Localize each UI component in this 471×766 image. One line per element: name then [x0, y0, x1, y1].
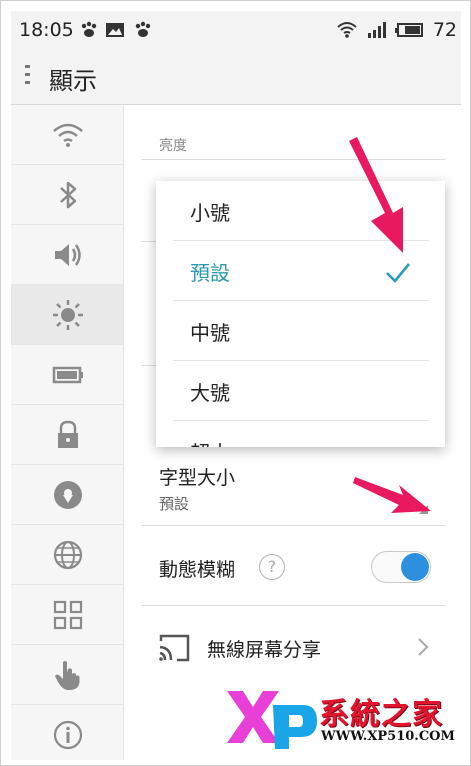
checkmark-icon — [386, 263, 411, 283]
option-label: 預設 — [190, 261, 230, 285]
battery-level: 72 — [432, 19, 457, 41]
annotation-arrow — [349, 137, 403, 253]
battery-icon — [395, 20, 425, 40]
signal-icon — [367, 20, 387, 40]
help-icon[interactable]: ? — [259, 554, 285, 580]
sidebar-item-display[interactable] — [11, 285, 124, 345]
divider — [141, 525, 445, 526]
sidebar-item-security[interactable] — [11, 405, 124, 465]
sidebar-item-apps[interactable] — [11, 585, 124, 645]
option-label: 中號 — [190, 321, 230, 345]
sidebar-item-about[interactable] — [11, 705, 124, 765]
status-time: 18:05 — [19, 19, 74, 41]
font-size-title: 字型大小 — [159, 467, 236, 489]
image-icon — [105, 20, 125, 40]
brightness-icon — [52, 299, 83, 330]
sidebar-item-language[interactable] — [11, 525, 124, 585]
sidebar-item-battery[interactable] — [11, 345, 124, 405]
lock-icon — [57, 420, 78, 448]
option-label: 超大 — [190, 437, 230, 447]
watermark-site-name: 系統之家 — [319, 697, 443, 732]
toggle-knob — [401, 553, 429, 581]
settings-sidebar — [11, 105, 124, 760]
globe-icon — [53, 540, 82, 569]
bluetooth-icon — [59, 181, 76, 208]
divider — [141, 605, 445, 606]
volume-icon — [54, 243, 81, 266]
motion-blur-toggle[interactable] — [371, 551, 431, 583]
info-icon — [53, 720, 82, 750]
motion-blur-label: 動態模糊 — [159, 559, 236, 581]
font-size-option-extra-large[interactable]: 超大 — [173, 421, 429, 447]
paw-icon — [79, 20, 99, 40]
sidebar-item-gestures[interactable] — [11, 645, 124, 705]
phone-screen: 18:05 72 顯示 亮度 字型大小 預設 動態模糊 ? 無線屏幕分享 小號 … — [0, 0, 471, 766]
wifi-icon — [337, 20, 357, 40]
paw-icon — [133, 20, 153, 40]
brightness-section-label: 亮度 — [159, 138, 187, 154]
location-icon — [53, 480, 82, 509]
hand-pointer-icon — [54, 660, 79, 690]
watermark-logo: 系統之家 WWW.XP510.COM — [223, 681, 461, 761]
option-label: 大號 — [190, 381, 230, 405]
sidebar-item-location[interactable] — [11, 465, 124, 525]
option-label: 小號 — [190, 201, 230, 225]
grid-icon — [53, 600, 82, 629]
annotation-arrow — [353, 477, 431, 513]
sidebar-item-wifi[interactable] — [11, 105, 124, 165]
title-bar: 顯示 — [11, 51, 461, 105]
page-title: 顯示 — [49, 67, 97, 95]
wireless-display-label: 無線屏幕分享 — [207, 639, 322, 661]
watermark-url: WWW.XP510.COM — [321, 729, 455, 744]
wifi-icon — [52, 123, 83, 147]
battery-icon — [52, 366, 83, 383]
sidebar-item-sound[interactable] — [11, 225, 124, 285]
font-size-value: 預設 — [159, 495, 190, 513]
font-size-option-medium[interactable]: 中號 — [173, 301, 429, 361]
menu-icon[interactable] — [25, 65, 31, 89]
cast-icon — [159, 634, 190, 662]
chevron-right-icon — [418, 638, 429, 656]
font-size-option-large[interactable]: 大號 — [173, 361, 429, 421]
sidebar-item-bluetooth[interactable] — [11, 165, 124, 225]
xp-logo-icon — [227, 691, 317, 749]
status-bar: 18:05 72 — [11, 11, 461, 51]
